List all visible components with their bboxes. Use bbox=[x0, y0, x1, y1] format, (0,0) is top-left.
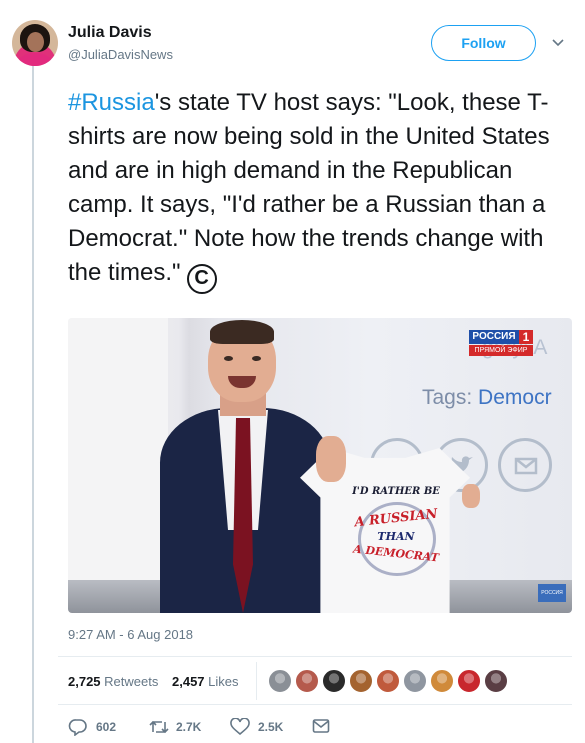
author-handle[interactable]: @JuliaDavisNews bbox=[68, 47, 173, 62]
liker-avatar[interactable] bbox=[457, 669, 481, 693]
likes-label[interactable]: Likes bbox=[208, 674, 238, 689]
hashtag-link[interactable]: #Russia bbox=[68, 89, 155, 116]
liker-avatar[interactable] bbox=[268, 669, 292, 693]
tweet-header: Julia Davis @JuliaDavisNews Follow bbox=[12, 14, 572, 70]
follow-button[interactable]: Follow bbox=[431, 25, 536, 61]
liker-avatar[interactable] bbox=[484, 669, 508, 693]
retweet-count: 2.7K bbox=[176, 720, 202, 734]
liker-avatar[interactable] bbox=[295, 669, 319, 693]
tweet-timestamp[interactable]: 9:27 AM - 6 Aug 2018 bbox=[68, 627, 193, 642]
retweet-icon bbox=[149, 720, 169, 734]
liker-avatar[interactable] bbox=[322, 669, 346, 693]
liker-avatar[interactable] bbox=[349, 669, 373, 693]
thread-line bbox=[32, 62, 34, 743]
tweet-media-image[interactable]: gory: A Tags: Democr I'D RATHER BE A RUS… bbox=[68, 318, 572, 613]
screen-mail-icon bbox=[498, 438, 552, 492]
heart-icon bbox=[230, 718, 250, 736]
liker-avatar[interactable] bbox=[430, 669, 454, 693]
chevron-down-icon[interactable] bbox=[550, 34, 566, 50]
copyright-emoji: C bbox=[186, 264, 217, 294]
divider bbox=[58, 704, 572, 705]
liker-avatar[interactable] bbox=[376, 669, 400, 693]
engagement-stats: 2,725 Retweets 2,457 Likes bbox=[68, 674, 239, 689]
author-avatar[interactable] bbox=[12, 20, 58, 66]
divider bbox=[58, 656, 572, 657]
retweets-count[interactable]: 2,725 bbox=[68, 674, 101, 689]
retweets-label[interactable]: Retweets bbox=[104, 674, 158, 689]
tshirt-print: I'D RATHER BE A RUSSIAN THAN A DEMOCRAT bbox=[352, 486, 440, 565]
like-count: 2.5K bbox=[258, 720, 284, 734]
studio-panel bbox=[68, 318, 168, 580]
reply-icon bbox=[68, 719, 87, 736]
likes-count[interactable]: 2,457 bbox=[172, 674, 205, 689]
tweet-text: #Russia's state TV host says: "Look, the… bbox=[68, 86, 568, 294]
channel-corner-badge: РОССИЯ bbox=[538, 584, 566, 602]
liker-avatar[interactable] bbox=[403, 669, 427, 693]
mail-icon bbox=[312, 719, 330, 733]
tweet-body: 's state TV host says: "Look, these T-sh… bbox=[68, 89, 550, 286]
tweet-actions: 602 2.7K 2.5K bbox=[68, 716, 368, 738]
reply-count: 602 bbox=[96, 720, 117, 734]
channel-logo: РОССИЯ 1 ПРЯМОЙ ЭФИР bbox=[469, 330, 533, 358]
author-name[interactable]: Julia Davis bbox=[68, 24, 152, 42]
host-hand bbox=[316, 436, 346, 482]
screen-text-tags: Tags: Democr bbox=[422, 386, 552, 409]
